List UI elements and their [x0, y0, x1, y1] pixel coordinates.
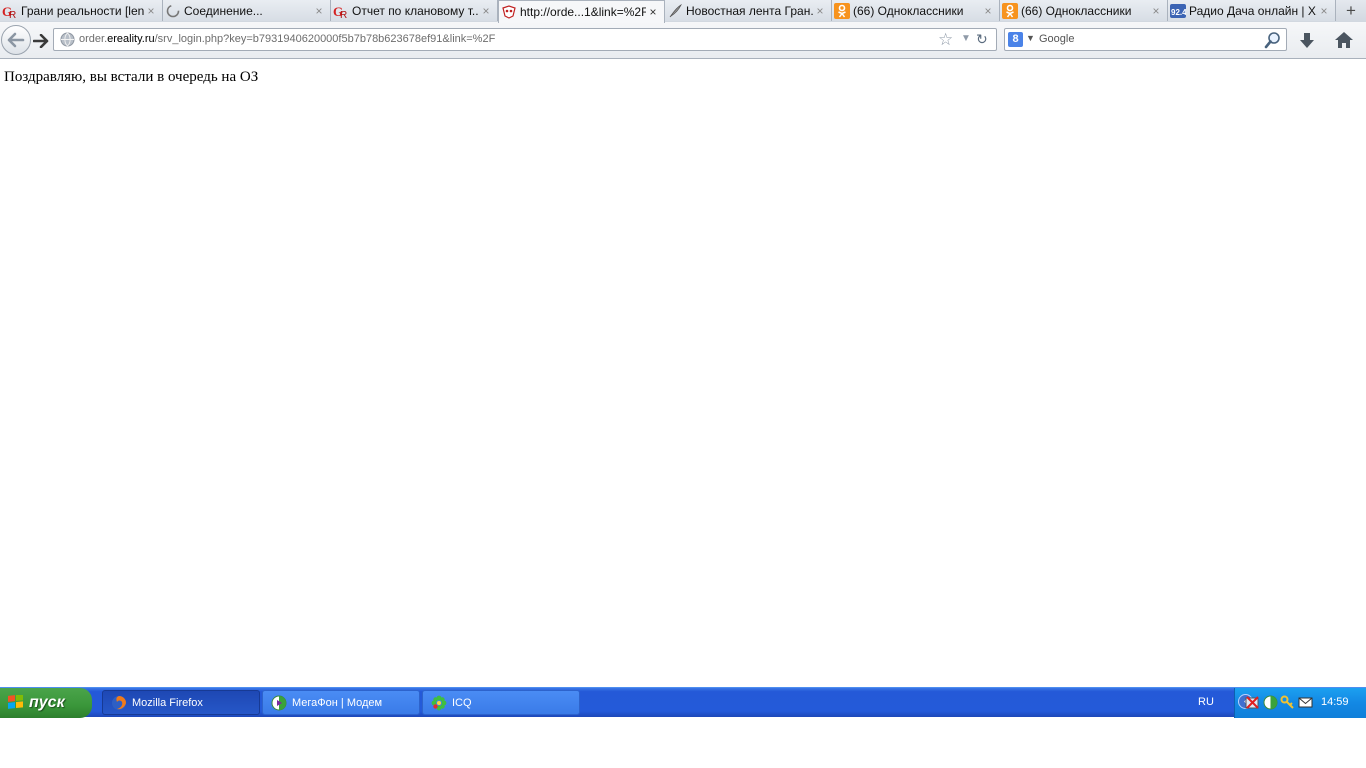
svg-text:R: R: [9, 10, 16, 19]
system-tray: ‹ 14:59: [1234, 688, 1366, 718]
tab-title: Грани реальности [len...: [21, 3, 144, 18]
tab-close-icon[interactable]: ×: [981, 4, 995, 18]
tab-title: http://orde...1&link=%2F: [520, 5, 646, 19]
loading-icon: [165, 3, 181, 19]
queue-confirmation-message: Поздравляю, вы встали в очередь на ОЗ: [4, 69, 259, 85]
search-input[interactable]: Google: [1039, 33, 1074, 45]
bookmark-star-icon[interactable]: ☆: [938, 30, 953, 50]
tab-close-icon[interactable]: ×: [813, 4, 827, 18]
task-firefox[interactable]: Mozilla Firefox: [102, 690, 260, 715]
odnoklassniki-icon: [1002, 2, 1018, 19]
address-bar[interactable]: order.ereality.ru/srv_login.php?key=b793…: [53, 28, 997, 51]
navigation-toolbar: order.ereality.ru/srv_login.php?key=b793…: [0, 22, 1366, 59]
radio-icon: 92.4: [1170, 3, 1186, 19]
start-button[interactable]: пуск: [0, 688, 92, 718]
svg-text:92.4: 92.4: [1171, 8, 1186, 17]
tab-5[interactable]: (66) Одноклассники ×: [832, 0, 1000, 21]
task-label: МегаФон | Модем: [292, 696, 383, 709]
task-label: ICQ: [452, 696, 472, 709]
tab-strip: GR Грани реальности [len... × Соединение…: [0, 0, 1366, 23]
tab-close-icon[interactable]: ×: [144, 4, 158, 18]
svg-text:R: R: [340, 10, 347, 19]
windows-logo-icon: [8, 695, 23, 709]
tab-title: (66) Одноклассники: [853, 3, 964, 18]
tab-close-icon[interactable]: ×: [312, 4, 326, 18]
clock[interactable]: 14:59: [1321, 696, 1349, 708]
tab-title: Соединение...: [184, 3, 263, 18]
feather-icon: [667, 3, 683, 19]
mail-envelope-icon[interactable]: [1298, 695, 1313, 710]
tab-2[interactable]: GR Отчет по клановому т... ×: [331, 0, 498, 21]
reload-icon[interactable]: ↻: [976, 31, 988, 48]
url-path: /srv_login.php?key=b7931940620000f5b7b78…: [154, 33, 496, 45]
language-indicator[interactable]: RU: [1198, 696, 1214, 708]
history-dropdown-icon[interactable]: ▼: [961, 33, 971, 44]
url-host-prefix: order.: [79, 33, 108, 45]
ereality-mask-icon: [501, 4, 517, 20]
tab-close-icon[interactable]: ×: [646, 5, 660, 19]
task-icq[interactable]: ICQ: [422, 690, 580, 715]
megafon-tray-icon[interactable]: [1263, 695, 1278, 710]
odnoklassniki-icon: [834, 2, 850, 19]
new-tab-button[interactable]: +: [1336, 0, 1366, 21]
tab-3-active[interactable]: http://orde...1&link=%2F ×: [498, 0, 665, 23]
network-error-icon[interactable]: [1245, 695, 1260, 710]
tab-6[interactable]: (66) Одноклассники ×: [1000, 0, 1168, 21]
back-arrow-icon: [7, 32, 25, 48]
google-engine-icon[interactable]: 8: [1008, 32, 1023, 47]
tab-close-icon[interactable]: ×: [1317, 4, 1331, 18]
start-label: пуск: [29, 694, 65, 711]
tab-1[interactable]: Соединение... ×: [163, 0, 331, 21]
tab-close-icon[interactable]: ×: [479, 4, 493, 18]
downloads-icon[interactable]: [1297, 31, 1317, 51]
home-icon[interactable]: [1334, 30, 1354, 50]
tab-4[interactable]: Новостная лента Гран... ×: [665, 0, 832, 21]
page-content: Поздравляю, вы встали в очередь на ОЗ: [0, 59, 1366, 687]
task-megafon[interactable]: МегаФон | Модем: [262, 690, 420, 715]
forward-button[interactable]: [31, 31, 51, 51]
firefox-icon: [111, 695, 127, 711]
megafon-icon: [271, 695, 287, 711]
taskbar: пуск Mozilla Firefox МегаФон | Модем ICQ…: [0, 687, 1366, 718]
tab-title: (66) Одноклассники: [1021, 3, 1132, 18]
forward-arrow-icon: [33, 34, 49, 48]
site-identity-globe-icon[interactable]: [60, 32, 75, 47]
search-magnifier-icon[interactable]: [1264, 31, 1282, 49]
url-text[interactable]: order.ereality.ru/srv_login.php?key=b793…: [79, 33, 495, 45]
search-bar[interactable]: 8 ▼ Google: [1004, 28, 1287, 51]
ereality-icon: GR: [2, 3, 18, 19]
engine-dropdown-icon[interactable]: ▼: [1026, 33, 1035, 43]
tab-title: Радио Дача онлайн | Х...: [1189, 3, 1317, 18]
url-host: ereality.ru: [107, 33, 155, 45]
tab-title: Новостная лента Гран...: [686, 3, 813, 18]
tab-7[interactable]: 92.4 Радио Дача онлайн | Х... ×: [1168, 0, 1336, 21]
icq-flower-icon: [431, 695, 447, 711]
back-button[interactable]: [1, 25, 31, 55]
task-label: Mozilla Firefox: [132, 696, 203, 709]
key-icon[interactable]: [1280, 695, 1295, 710]
tab-title: Отчет по клановому т...: [352, 3, 479, 18]
ereality-icon: GR: [333, 3, 349, 19]
tab-close-icon[interactable]: ×: [1149, 4, 1163, 18]
tab-0[interactable]: GR Грани реальности [len... ×: [0, 0, 163, 21]
